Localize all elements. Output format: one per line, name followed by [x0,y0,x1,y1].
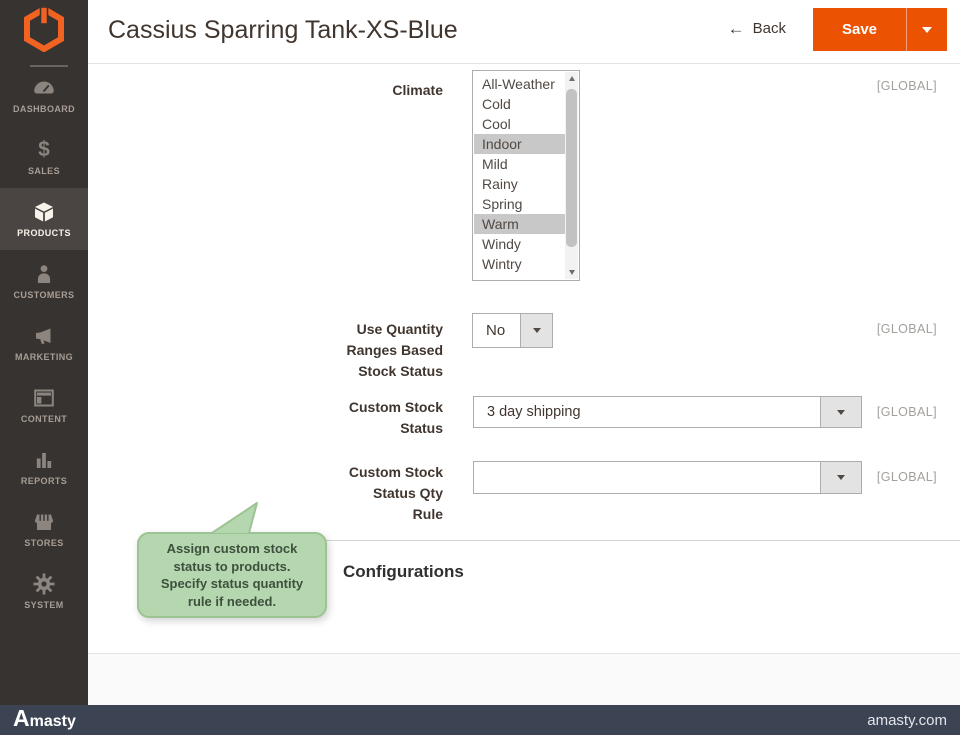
field-label-climate: Climate [339,80,443,101]
sidebar-item-label: CUSTOMERS [14,290,75,300]
climate-listbox[interactable]: All-WeatherColdCoolIndoorMildRainySpring… [472,70,580,281]
dollar-icon: $ [38,138,50,162]
dashboard-gauge-icon [32,76,56,100]
amasty-site-link[interactable]: amasty.com [867,712,947,729]
triangle-down-icon [837,410,845,415]
sidebar-item-label: SALES [28,166,60,176]
bar-chart-icon [32,448,56,472]
triangle-down-icon [569,270,575,275]
tooltip-bubble: Assign custom stock status to products. … [137,532,327,618]
layout-icon [32,386,56,410]
climate-option[interactable]: Wintry [474,254,565,274]
climate-option[interactable]: Indoor [474,134,565,154]
climate-options: All-WeatherColdCoolIndoorMildRainySpring… [474,74,565,274]
section-title-configurations: Configurations [343,562,464,582]
magento-logo-icon [24,6,64,52]
sidebar-item-marketing[interactable]: MARKETING [0,312,88,374]
megaphone-icon [32,324,56,348]
scope-label: [GLOBAL] [877,405,937,419]
climate-option[interactable]: Rainy [474,174,565,194]
box-icon [32,200,56,224]
magento-logo[interactable] [0,6,88,58]
scroll-down-button[interactable] [565,266,578,279]
custom-status-select[interactable]: 3 day shipping [473,396,862,428]
sidebar-item-reports[interactable]: REPORTS [0,436,88,498]
sidebar-item-label: DASHBOARD [13,104,75,114]
admin-sidebar: DASHBOARD $ SALES PRODUCTS CUSTOMERS [0,0,88,705]
tooltip-tail [198,500,268,536]
sidebar-item-system[interactable]: SYSTEM [0,560,88,622]
sidebar-item-content[interactable]: CONTENT [0,374,88,436]
sidebar-item-dashboard[interactable]: DASHBOARD [0,64,88,126]
qty-rule-value [474,462,820,493]
scope-label: [GLOBAL] [877,79,937,93]
sidebar-item-customers[interactable]: CUSTOMERS [0,250,88,312]
listbox-scrollbar [565,72,578,279]
scroll-up-button[interactable] [565,72,578,85]
custom-status-value: 3 day shipping [474,397,820,427]
climate-option[interactable]: Cool [474,114,565,134]
climate-option[interactable]: Windy [474,234,565,254]
select-dropdown-button[interactable] [520,314,552,347]
climate-option[interactable]: All-Weather [474,74,565,94]
select-dropdown-button[interactable] [820,462,861,493]
magento-admin-page: DASHBOARD $ SALES PRODUCTS CUSTOMERS [0,0,960,735]
climate-option[interactable]: Spring [474,194,565,214]
sidebar-item-products[interactable]: PRODUCTS [0,188,88,250]
climate-option[interactable]: Warm [474,214,565,234]
scrollbar-thumb[interactable] [566,89,577,247]
scope-label: [GLOBAL] [877,322,937,336]
amasty-logo: Amasty [13,706,76,734]
qty-ranges-select[interactable]: No [472,313,553,348]
storefront-icon [32,510,56,534]
sidebar-item-label: CONTENT [21,414,67,424]
sidebar-item-sales[interactable]: $ SALES [0,126,88,188]
climate-option[interactable]: Cold [474,94,565,114]
triangle-down-icon [533,328,541,333]
qty-rule-select[interactable] [473,461,862,494]
sidebar-item-label: STORES [24,538,63,548]
product-form: Climate All-WeatherColdCoolIndoorMildRai… [88,64,960,653]
select-dropdown-button[interactable] [820,397,861,427]
scope-label: [GLOBAL] [877,470,937,484]
sidebar-item-stores[interactable]: STORES [0,498,88,560]
triangle-up-icon [569,76,575,81]
qty-ranges-value: No [473,314,520,347]
content-footer-strip [88,653,960,705]
sidebar-item-label: REPORTS [21,476,67,486]
field-label-custom-status: Custom Stock Status [339,397,443,439]
main-area: Climate All-WeatherColdCoolIndoorMildRai… [88,0,960,705]
tooltip-text: Assign custom stock status to products. … [149,540,315,610]
field-label-qty-ranges: Use Quantity Ranges Based Stock Status [339,319,443,382]
person-icon [32,262,56,286]
sidebar-item-label: SYSTEM [24,600,63,610]
amasty-bottom-bar: Amasty amasty.com [0,705,960,735]
climate-option[interactable]: Mild [474,154,565,174]
field-label-qty-rule: Custom Stock Status Qty Rule [339,462,443,525]
gear-icon [32,572,56,596]
triangle-down-icon [837,475,845,480]
sidebar-item-label: PRODUCTS [17,228,71,238]
sidebar-item-label: MARKETING [15,352,73,362]
